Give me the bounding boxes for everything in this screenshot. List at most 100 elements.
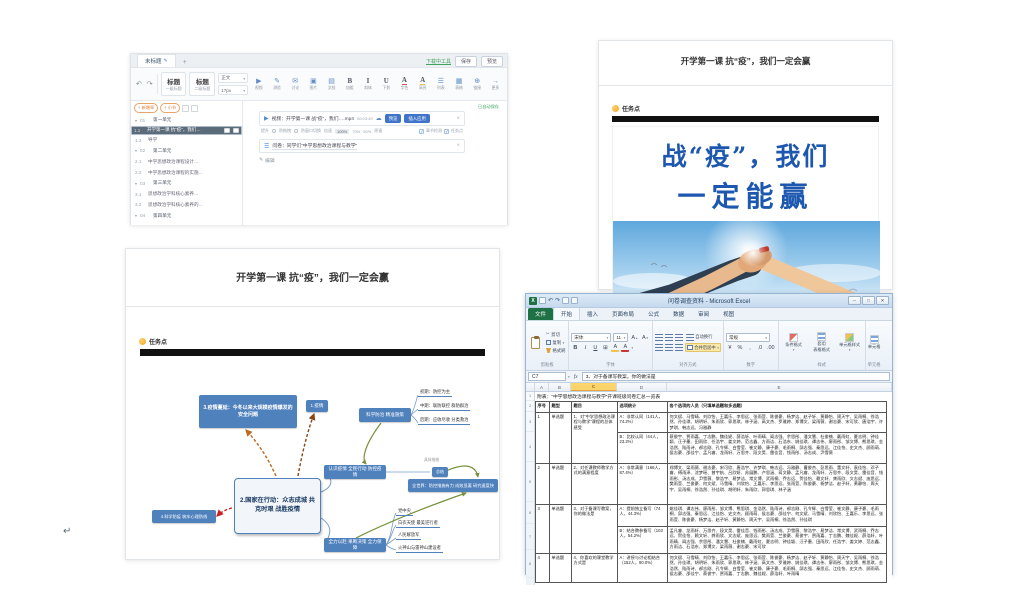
table-row[interactable]: 4 单选题 4、你喜欢的课堂教学方式是 A：讲授与讨论相结合（152人，80.0… (536, 554, 886, 583)
paragraph-style-select[interactable]: 正文 ▾ (218, 73, 248, 83)
close-button[interactable]: ✕ (876, 296, 889, 305)
item-action-icon[interactable] (224, 128, 230, 133)
header-cell[interactable]: 各个选项的人员（只填单选题和多选题） (668, 402, 886, 412)
mindmap-leaf[interactable]: 党中央 (396, 508, 413, 516)
row-header[interactable]: 2 (526, 401, 534, 412)
heading1-button[interactable]: 标题 一级标题 (161, 72, 187, 96)
header-cell[interactable]: 选项统计 (618, 402, 668, 412)
maximize-button[interactable]: □ (862, 296, 875, 305)
survey-card[interactable]: ☰ 问卷：同学们“中学思想政治课程与教学” × (259, 139, 465, 153)
paste-button[interactable] (528, 323, 543, 362)
outline-chapter[interactable]: ▾04第四单元 (131, 210, 242, 221)
link-button[interactable]: ⊕链接 (470, 71, 485, 97)
tab-home[interactable]: 开始 (553, 307, 580, 320)
mindmap-node-awareness[interactable]: 认识疫情 全民行动 防控疫情 (324, 465, 386, 479)
highlight-button[interactable]: A高亮 (415, 71, 430, 97)
checkbox-checked-icon[interactable]: ✓ (419, 129, 424, 134)
editor-tab[interactable]: 未标题 ✎ (137, 54, 176, 67)
tab-insert[interactable]: 插入 (580, 308, 605, 320)
video-preview-button[interactable]: 预览 (385, 114, 402, 123)
shrink-font-button[interactable]: A▼ (641, 334, 650, 342)
column-header-a[interactable]: A (535, 383, 549, 391)
mindmap-leaf[interactable]: 初期：防控为主 (418, 389, 452, 397)
save-button[interactable]: 保存 (455, 56, 477, 67)
italic-button[interactable]: I斜体 (360, 71, 375, 97)
tab-view[interactable]: 视图 (716, 308, 741, 320)
radio-icon[interactable] (294, 129, 298, 133)
insert-video-button[interactable]: ▶视频 (251, 71, 266, 97)
tab-review[interactable]: 审阅 (691, 308, 716, 320)
checkbox-checked-icon[interactable]: ✓ (444, 129, 449, 134)
mindmap-leaf[interactable]: 白衣天使 最美逆行者 (396, 520, 440, 528)
align-left-icon[interactable] (655, 344, 663, 351)
mindmap-node-3[interactable]: 3.疫情蔓延：今冬以来大规模疫情爆发的安全问题 (199, 395, 297, 428)
copy-button[interactable]: 复制▾ (545, 339, 566, 346)
row-header[interactable]: 4 (526, 432, 534, 462)
row-header[interactable]: 1 (526, 392, 534, 401)
font-size-select[interactable]: 11▾ (613, 333, 628, 342)
mindmap-node-measures[interactable]: 科学防治 精准施策 (359, 408, 411, 422)
tools-link[interactable]: 下载中工具 (426, 58, 451, 65)
undo-icon[interactable]: ↶ (135, 80, 143, 88)
merge-center-button[interactable]: 合并后居中▾ (685, 343, 721, 352)
close-icon[interactable]: × (456, 116, 460, 122)
table-row[interactable]: 2 单选题 2、对任课教师教学方式的满意程度 A：非常满意（166人，87.4%… (536, 464, 886, 505)
bold-button[interactable]: B加粗 (342, 71, 357, 97)
speed-50[interactable]: 50% (363, 129, 371, 134)
outline-item[interactable]: 3.2思想政治学科核心素养的… (131, 200, 242, 211)
underline-button[interactable]: U (591, 344, 599, 352)
conditional-formatting-button[interactable]: 条件格式▾ (781, 323, 807, 362)
header-cell[interactable]: 题目 (572, 402, 618, 412)
speed-70[interactable]: 70% (352, 129, 360, 134)
tab-data[interactable]: 数据 (666, 308, 691, 320)
mindmap-node-world[interactable]: 全世界：防控措施有力 成效显著 研究速度快 (408, 479, 498, 492)
column-header-e[interactable]: E (667, 383, 892, 391)
align-top-icon[interactable] (655, 334, 663, 341)
mindmap-node-1[interactable]: 1.疫情 (306, 400, 328, 412)
table-row[interactable]: 3 单选题 3、对于备课写教案，你的做法是 A：提前独立备写（74人，44.3%… (536, 505, 886, 554)
format-painter-button[interactable]: 格式刷 (545, 347, 566, 354)
font-color-button[interactable]: A (621, 344, 629, 352)
fx-icon[interactable]: fx (572, 374, 580, 380)
decrease-decimal-button[interactable]: .00 (766, 344, 776, 352)
mindmap-node-4[interactable]: 4.科学防疫 筑牢心理防线 (152, 510, 216, 523)
outline-item[interactable]: 1.2导学 (131, 135, 242, 146)
list-button[interactable]: ☰列表 (433, 71, 448, 97)
outline-item[interactable]: 2.1中学思想政治课程设计… (131, 156, 242, 167)
collapse-all-icon[interactable] (182, 105, 189, 112)
sheet-title-cell[interactable]: 附表：“中学思想政治课程与教学”开课班级问卷汇总一览表 (535, 392, 892, 401)
grow-font-button[interactable]: A▲ (630, 334, 639, 342)
outline-chapter[interactable]: ▾02第二单元 (131, 146, 242, 157)
heading2-button[interactable]: 标题 二级标题 (189, 72, 215, 96)
insert-quiz-button[interactable]: ✎测验 (269, 71, 284, 97)
mindmap-subnode[interactable]: 总结 (432, 467, 448, 477)
header-cell[interactable]: 题型 (550, 402, 572, 412)
tab-file[interactable]: 文件 (528, 308, 553, 320)
insert-cells-button[interactable]: 单元格 (868, 323, 881, 362)
align-center-icon[interactable] (665, 344, 673, 351)
italic-button[interactable]: I (581, 344, 589, 352)
percent-button[interactable]: % (736, 344, 744, 352)
redo-icon[interactable]: ↷ (146, 80, 154, 88)
new-tab-button[interactable]: + (180, 59, 190, 67)
edit-link[interactable]: ✎ 编辑 (259, 157, 507, 164)
radio-icon[interactable] (272, 129, 276, 133)
video-insert-button[interactable]: 插入应用 (404, 114, 430, 123)
mindmap-center-node[interactable]: 2.国家在行动：众志成城 共克时艰 战胜疫情 (234, 478, 321, 534)
add-section-button[interactable]: + 小节 (160, 103, 180, 113)
outline-item-selected[interactable]: 1.1开学第一课 抗“疫”，我们… (131, 126, 242, 135)
insert-image-button[interactable]: ▣图片 (306, 71, 321, 97)
mindmap-node-effort[interactable]: 全力以赴 果断决策 全力保障 (324, 538, 386, 552)
align-middle-icon[interactable] (665, 334, 673, 341)
mindmap-leaf[interactable]: 中期：联防联控 群防群治 (418, 403, 470, 411)
font-size-select[interactable]: 17px ▾ (218, 85, 248, 95)
item-action-icon[interactable] (233, 128, 239, 133)
row-header[interactable]: 6 (526, 502, 534, 524)
outline-item[interactable]: 2.2中学思想政治课程的实施… (131, 167, 242, 178)
wrap-text-button[interactable]: 自动换行 (685, 333, 714, 341)
select-all-corner[interactable] (526, 383, 535, 391)
column-header-c-active[interactable]: C (571, 383, 617, 391)
name-box[interactable]: C7 (528, 372, 566, 381)
font-name-select[interactable]: 宋体▾ (571, 333, 611, 342)
minimize-button[interactable]: ─ (848, 296, 861, 305)
